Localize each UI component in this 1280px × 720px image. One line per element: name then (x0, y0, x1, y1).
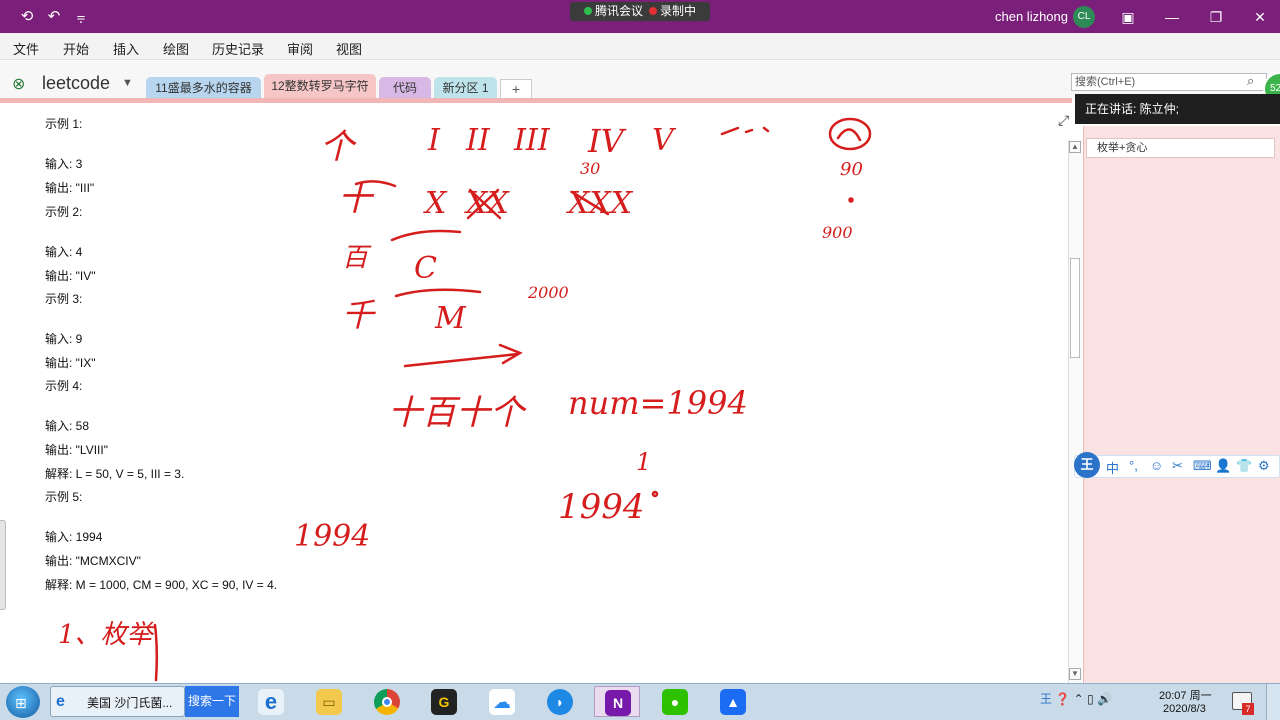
tray-power-icon[interactable]: ▯ (1087, 692, 1094, 706)
ink-1994-right: 1994 (558, 487, 645, 527)
ink-circle (828, 117, 872, 151)
ime-user-icon[interactable]: 👤 (1215, 458, 1231, 474)
ink-1994-left: 1994 (294, 519, 370, 554)
wechat-icon: ● (662, 689, 688, 715)
ink-one: 1 (636, 448, 651, 476)
ime-chinese-icon[interactable]: 中 (1106, 458, 1119, 477)
tencent-meeting-icon: ▲ (720, 689, 746, 715)
taskbar-ie-app[interactable]: e (248, 686, 294, 717)
ink-qian: 千 (342, 296, 376, 334)
clock-date[interactable]: 2020/8/3 (1163, 703, 1206, 715)
taskbar-chrome-app[interactable] (364, 686, 410, 717)
maximize-button[interactable]: ❐ (1206, 7, 1226, 27)
system-tray[interactable]: 王 ❓ ⌃ ▯ 🔊 (1040, 690, 1112, 707)
windows-logo-icon: ⊞ (15, 695, 27, 711)
ime-emoji-icon[interactable]: ☺ (1150, 458, 1163, 473)
ime-punct-icon[interactable]: °, (1129, 458, 1138, 473)
tray-ime-icon[interactable]: 王 (1040, 692, 1052, 706)
ink-tail (153, 623, 159, 682)
ink-c: C (414, 251, 437, 286)
scroll-up-icon[interactable]: ▲ (1069, 141, 1081, 153)
ink-place-values: 十百十个 (388, 393, 527, 433)
ink-xxx: XXX (566, 186, 634, 221)
ink-bai: 百 (342, 243, 372, 273)
ie-icon: e (56, 693, 65, 710)
ink-dots (720, 126, 770, 136)
taskbar-onenote-app[interactable]: N (594, 686, 640, 717)
g-app-icon: G (431, 689, 457, 715)
meeting-app-icon: ◗ (547, 689, 573, 715)
ink-i: I (427, 123, 441, 158)
restore-ribbon-icon[interactable]: ▣ (1118, 7, 1138, 27)
vertical-scrollbar[interactable] (1068, 140, 1082, 683)
ime-skin-icon[interactable]: 👕 (1236, 458, 1252, 474)
ink-layer: 个 十 百 千 I II III IV V X XX XXX C M 30 90… (58, 117, 872, 682)
show-desktop-button[interactable] (1266, 684, 1280, 720)
search-input[interactable]: 搜索(Ctrl+E) (1071, 73, 1267, 91)
ink-enum: 1、枚举 (58, 620, 156, 650)
onenote-icon: N (605, 690, 631, 716)
ime-settings-icon[interactable]: ⚙ (1258, 458, 1270, 474)
taskbar-tencent-meeting[interactable]: ▲ (710, 686, 756, 717)
close-button[interactable]: ✕ (1250, 7, 1270, 27)
search-icon[interactable]: ⌕ (1247, 73, 1254, 89)
taskbar-ie-label: 美国 沙门氏菌... (87, 696, 173, 710)
taskbar-baidu-netdisk[interactable]: ☁ (479, 686, 525, 717)
speaking-indicator: 正在讲话: 陈立仲; (1075, 94, 1280, 124)
ink-circle-mark (836, 128, 862, 142)
ink-arrow (403, 343, 523, 368)
minimize-button[interactable]: — (1162, 7, 1182, 27)
clock-time[interactable]: 20:07 周一 (1159, 687, 1212, 703)
search-button[interactable]: 搜索一下 (185, 686, 239, 717)
scroll-down-icon[interactable]: ▼ (1069, 668, 1081, 680)
ink-2000: 2000 (527, 283, 569, 302)
ink-30: 30 (580, 159, 600, 178)
ink-dot (651, 490, 659, 498)
page-list-pane (1083, 126, 1280, 683)
scroll-thumb[interactable] (1070, 258, 1080, 358)
ime-scissors-icon[interactable]: ✂ (1172, 458, 1183, 474)
taskbar-meeting-app[interactable]: ◗ (537, 686, 583, 717)
ink-x: X (423, 186, 448, 221)
avatar[interactable]: CL (1073, 6, 1095, 28)
ink-m: M (434, 301, 467, 336)
ime-keyboard-icon[interactable]: ⌨ (1193, 458, 1212, 474)
taskbar-explorer-app[interactable]: ▭ (306, 686, 352, 717)
ink-dot-small (848, 197, 854, 203)
ie-app-icon: e (258, 689, 284, 715)
page-list-item[interactable]: 枚举+贪心 (1086, 138, 1275, 158)
ink-iv: IV (587, 122, 627, 160)
tray-help-icon[interactable]: ❓ (1055, 692, 1070, 706)
folder-icon: ▭ (316, 689, 342, 715)
tray-volume-icon[interactable]: 🔊 (1097, 692, 1112, 706)
taskbar-app-g[interactable]: G (421, 686, 467, 717)
taskbar-wechat-app[interactable]: ● (652, 686, 698, 717)
ink-iii: III (513, 123, 551, 158)
notification-count: 7 (1242, 703, 1254, 715)
ink-90: 90 (840, 159, 863, 180)
ink-num: num=1994 (568, 384, 748, 422)
ink-ii: II (465, 123, 491, 158)
ink-ge: 个 (320, 127, 357, 167)
ime-logo-icon[interactable]: 王 (1074, 452, 1100, 478)
chrome-icon (374, 689, 400, 715)
tray-expand-icon[interactable]: ⌃ (1074, 692, 1084, 706)
ink-v: V (652, 123, 677, 158)
cloud-icon: ☁ (489, 689, 515, 715)
ink-900: 900 (822, 223, 853, 242)
